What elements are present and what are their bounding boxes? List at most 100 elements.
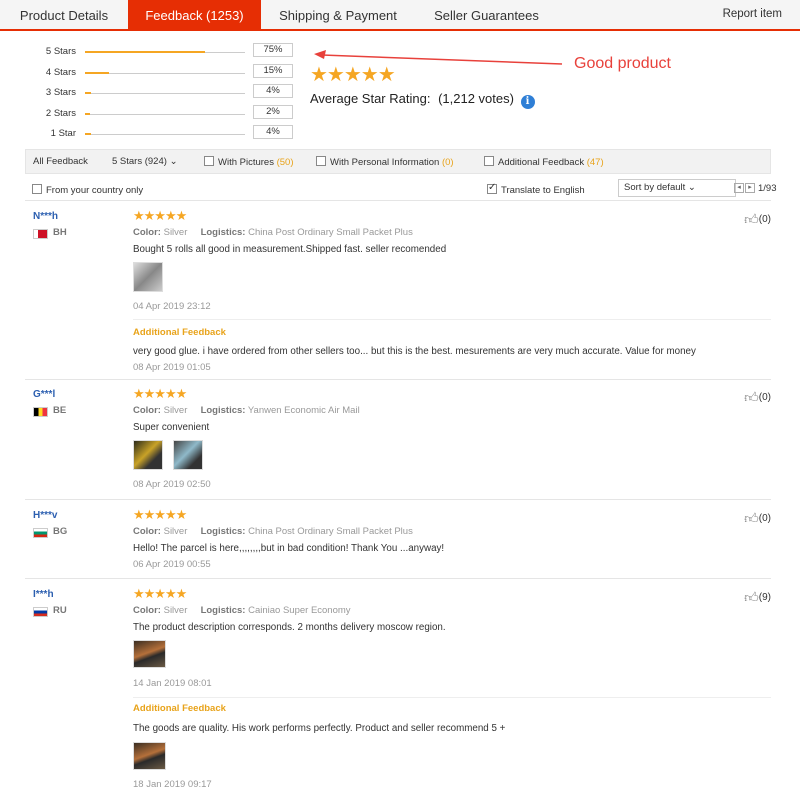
histogram-row-1[interactable]: 1 Star 4%: [30, 125, 300, 141]
checkbox[interactable]: [487, 182, 497, 194]
helpful-button[interactable]: 👍︎(0): [744, 389, 771, 406]
review-photo-thumbnail[interactable]: [173, 440, 203, 470]
color-label: Color:: [133, 227, 161, 238]
review-photo-thumbnail[interactable]: [133, 262, 163, 292]
thumbs-up-icon: 👍︎: [744, 589, 759, 605]
color-value: Silver: [163, 605, 188, 616]
tab-seller-guarantees[interactable]: Seller Guarantees: [415, 0, 558, 31]
additional-feedback-text: very good glue. i have ordered from othe…: [133, 346, 696, 357]
divider: [133, 697, 771, 698]
histogram-track: [85, 113, 245, 115]
review-item: H***v BG ★★★★★ Color: Silver Logistics: …: [25, 505, 771, 579]
tab-feedback[interactable]: Feedback (1253): [128, 0, 261, 31]
review-item: G***l BE ★★★★★ Color: Silver Logistics: …: [25, 384, 771, 500]
divider: [133, 319, 771, 320]
helpful-count: (0): [758, 214, 771, 225]
filter-all-feedback[interactable]: All Feedback: [33, 156, 88, 167]
logistics-value: China Post Ordinary Small Packet Plus: [248, 526, 413, 537]
helpful-count: (0): [758, 513, 771, 524]
filter-personal-info[interactable]: With Personal Information (0): [316, 156, 454, 168]
review-item: N***h BH ★★★★★ Color: Silver Logistics: …: [25, 206, 771, 380]
filter-star-select[interactable]: 5 Stars (924) ⌄: [112, 156, 178, 167]
next-page-button[interactable]: ▸: [745, 183, 755, 193]
from-country-toggle[interactable]: From your country only: [32, 184, 143, 196]
thumbs-up-icon: 👍︎: [744, 211, 759, 227]
reviewer-name[interactable]: I***h: [33, 589, 54, 600]
filter-count: (0): [441, 157, 454, 168]
histogram-fill: [85, 133, 92, 135]
review-meta: Color: Silver Logistics: Cainiao Super E…: [133, 605, 351, 616]
feedback-filter-bar: All Feedback 5 Stars (924) ⌄ With Pictur…: [25, 149, 771, 174]
filter-additional-feedback[interactable]: Additional Feedback (47): [484, 156, 604, 168]
histogram-row-2[interactable]: 2 Stars 2%: [30, 105, 300, 121]
helpful-count: (0): [758, 392, 771, 403]
checkbox[interactable]: [484, 156, 494, 166]
histogram-track: [85, 51, 245, 53]
translate-label: Translate to English: [501, 185, 585, 196]
histogram-row-4[interactable]: 4 Stars 15%: [30, 64, 300, 80]
translate-toggle[interactable]: Translate to English: [487, 182, 585, 196]
helpful-button[interactable]: 👍︎(9): [744, 589, 771, 606]
histogram-label: 1 Star: [50, 128, 76, 139]
review-date: 08 Apr 2019 02:50: [133, 479, 211, 490]
histogram-fill: [85, 92, 92, 94]
filter-count: (50): [276, 157, 294, 168]
filter-label: With Pictures: [218, 157, 274, 168]
thumbs-up-icon: 👍︎: [744, 389, 759, 405]
filter-count: (47): [586, 157, 604, 168]
prev-page-icon: [735, 183, 745, 193]
color-label: Color:: [133, 405, 161, 416]
tab-shipping-payment[interactable]: Shipping & Payment: [263, 0, 413, 31]
additional-feedback-date: 08 Apr 2019 01:05: [133, 362, 211, 373]
review-photo-thumbnail[interactable]: [133, 640, 166, 668]
report-item-link[interactable]: Report item: [723, 0, 782, 28]
average-rating: Average Star Rating: (1,212 votes) i: [310, 91, 535, 109]
histogram-label: 2 Stars: [45, 108, 76, 119]
from-country-label: From your country only: [46, 185, 144, 196]
color-value: Silver: [163, 526, 188, 537]
tab-bar: Product Details Feedback (1253) Shipping…: [0, 0, 800, 31]
filter-label: Additional Feedback: [498, 157, 585, 168]
histogram-row-3[interactable]: 3 Stars 4%: [30, 84, 300, 100]
review-stars: ★★★★★: [133, 208, 187, 223]
review-photo-thumbnail[interactable]: [133, 440, 163, 470]
reviewer-name[interactable]: N***h: [33, 211, 58, 222]
review-meta: Color: Silver Logistics: Yanwen Economic…: [133, 405, 360, 416]
review-stars: ★★★★★: [133, 586, 187, 601]
review-text: Super convenient: [133, 422, 210, 433]
helpful-button[interactable]: 👍︎(0): [744, 211, 771, 228]
histogram-fill: [85, 51, 205, 53]
filter-label: With Personal Information: [330, 157, 440, 168]
checkbox[interactable]: [32, 184, 42, 194]
additional-feedback-label: Additional Feedback: [133, 327, 226, 338]
histogram-percent: 4%: [253, 84, 293, 98]
review-meta: Color: Silver Logistics: China Post Ordi…: [133, 526, 413, 537]
additional-feedback-label: Additional Feedback: [133, 703, 226, 714]
info-icon[interactable]: i: [520, 95, 535, 109]
histogram-percent: 4%: [253, 125, 293, 139]
helpful-button[interactable]: 👍︎(0): [744, 510, 771, 527]
chevron-down-icon: ⌄: [169, 156, 178, 167]
annotation-text: Good product: [574, 55, 671, 72]
histogram-row-5[interactable]: 5 Stars 75%: [30, 43, 300, 59]
feedback-options-bar: From your country only Translate to Engl…: [25, 179, 777, 201]
logistics-label: Logistics:: [200, 227, 246, 238]
histogram-percent: 75%: [253, 43, 293, 57]
sort-select[interactable]: Sort by default ⌄: [618, 179, 736, 197]
review-meta: Color: Silver Logistics: China Post Ordi…: [133, 227, 413, 238]
reviewer-name[interactable]: G***l: [33, 389, 55, 400]
checkbox[interactable]: [316, 156, 326, 166]
histogram-label: 3 Stars: [45, 87, 76, 98]
review-date: 04 Apr 2019 23:12: [133, 301, 211, 312]
checkbox[interactable]: [204, 156, 214, 166]
histogram-track: [85, 92, 245, 94]
tab-product-details[interactable]: Product Details: [0, 0, 128, 31]
reviewer-country: BH: [53, 227, 67, 238]
histogram-percent: 15%: [253, 64, 293, 78]
review-photo-thumbnail[interactable]: [133, 742, 166, 770]
review-text: Bought 5 rolls all good in measurement.S…: [133, 244, 447, 255]
review-stars: ★★★★★: [133, 386, 187, 401]
review-date: 06 Apr 2019 00:55: [133, 559, 211, 570]
filter-with-pictures[interactable]: With Pictures (50): [204, 156, 294, 168]
reviewer-name[interactable]: H***v: [33, 510, 57, 521]
